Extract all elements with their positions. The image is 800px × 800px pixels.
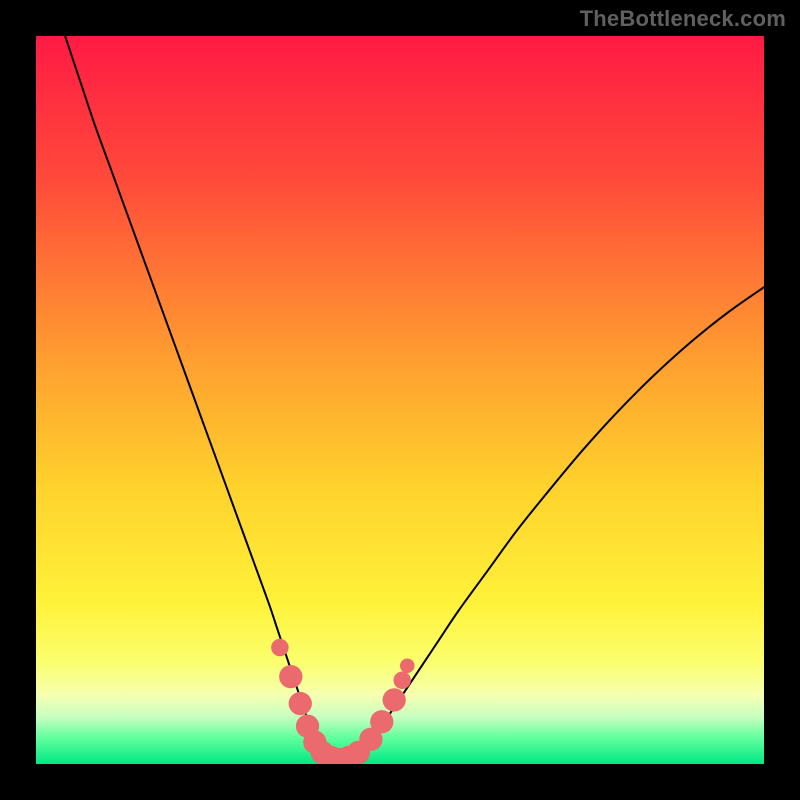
marker-point [370,710,393,733]
plot-area [36,36,764,764]
marker-point [279,665,302,688]
chart-frame: TheBottleneck.com [0,0,800,800]
marker-point [400,658,415,673]
marker-point [383,688,406,711]
marker-point [271,639,288,656]
watermark-text: TheBottleneck.com [580,6,786,32]
highlight-markers [36,36,764,764]
marker-point [289,692,312,715]
marker-point [393,672,410,689]
